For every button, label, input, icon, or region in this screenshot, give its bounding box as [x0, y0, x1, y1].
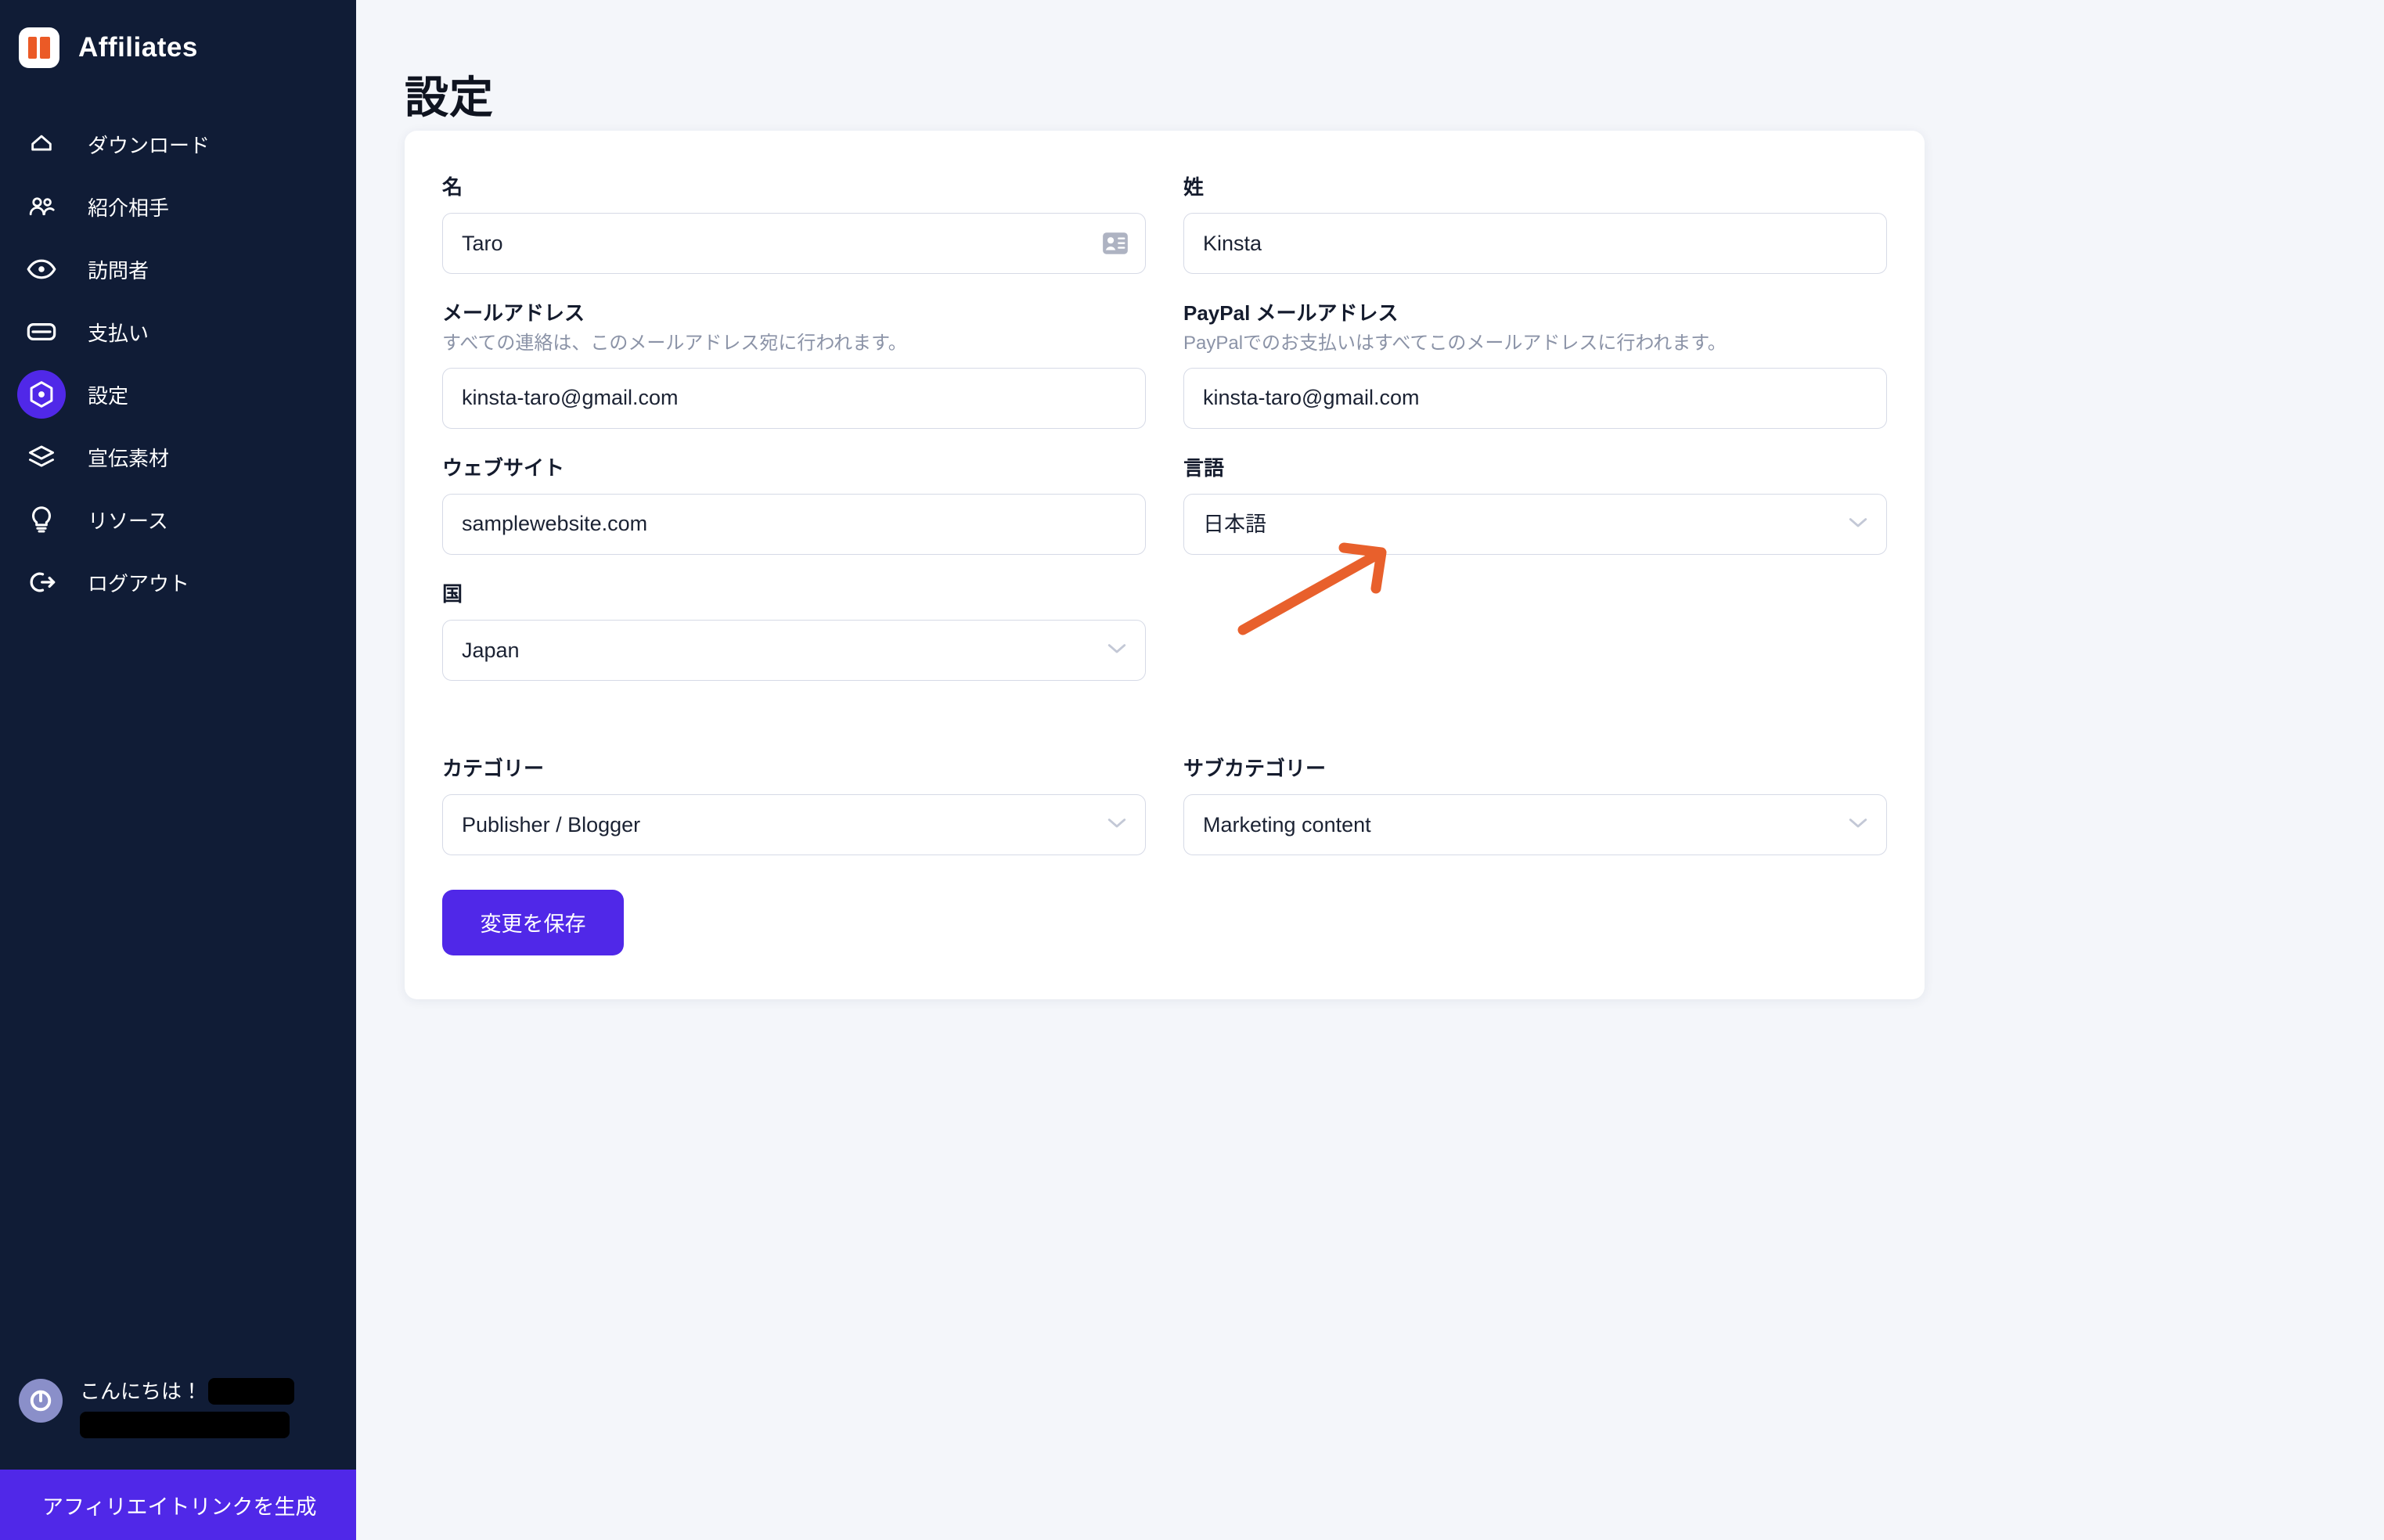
sidebar-item-promo-materials[interactable]: 宣伝素材 — [0, 426, 356, 488]
lightbulb-icon — [17, 495, 66, 544]
website-label: ウェブサイト — [442, 455, 565, 480]
category-label: カテゴリー — [442, 756, 545, 780]
greeting-text: こんにちは！ — [80, 1380, 203, 1403]
redacted-name-part-2 — [80, 1412, 290, 1438]
sidebar-nav: ダウンロード 紹介相手 訪問者 支払い 設定 宣伝素材 リソース ログアウト — [0, 113, 356, 613]
sidebar-item-label: 設定 — [88, 383, 129, 408]
sidebar-item-label: 支払い — [88, 321, 149, 345]
app-root: Affiliates ダウンロード 紹介相手 訪問者 支払い 設定 宣伝素材 リ… — [0, 0, 2384, 1540]
row-spacer — [1183, 704, 1887, 753]
sidebar-item-label: 訪問者 — [88, 258, 149, 282]
main-content: 設定 名 Taro 姓 Kinsta メールアドレス すべての連絡は、このメール… — [356, 0, 2384, 1540]
language-select[interactable]: 日本語 — [1183, 493, 1887, 555]
page-title: 設定 — [405, 72, 494, 122]
sidebar-item-payments[interactable]: 支払い — [0, 300, 356, 363]
sidebar-item-label: リソース — [88, 509, 168, 533]
affiliates-logo-icon — [19, 27, 59, 68]
field-language: 言語 日本語 — [1183, 452, 1887, 555]
subcategory-select[interactable]: Marketing content — [1183, 793, 1887, 855]
paypal-email-label: PayPal メールアドレス — [1183, 301, 1399, 325]
language-label: 言語 — [1183, 455, 1225, 480]
first-name-label: 名 — [442, 175, 463, 199]
sidebar-item-settings[interactable]: 設定 — [0, 363, 356, 426]
last-name-input[interactable] — [1183, 213, 1887, 274]
sidebar-item-label: 宣伝素材 — [88, 446, 170, 470]
sidebar-item-logout[interactable]: ログアウト — [0, 551, 356, 613]
row-spacer — [442, 704, 1146, 753]
sidebar-item-label: ログアウト — [88, 571, 190, 595]
email-hint: すべての連絡は、このメールアドレス宛に行われます。 — [442, 333, 907, 354]
avatar-icon — [19, 1379, 63, 1423]
sidebar: Affiliates ダウンロード 紹介相手 訪問者 支払い 設定 宣伝素材 リ… — [0, 0, 356, 1540]
field-spacer — [1183, 578, 1887, 681]
field-first-name: 名 — [442, 171, 1146, 274]
brand-title: Affiliates — [78, 32, 198, 63]
first-name-input[interactable] — [442, 213, 1146, 274]
sidebar-item-resources[interactable]: リソース — [0, 488, 356, 551]
subcategory-label: サブカテゴリー — [1183, 756, 1327, 780]
settings-form-grid: 名 Taro 姓 Kinsta メールアドレス すべての連絡は、このメールアドレ… — [442, 171, 1887, 879]
home-icon — [17, 120, 66, 168]
sidebar-item-visitors[interactable]: 訪問者 — [0, 238, 356, 300]
field-last-name: 姓 — [1183, 171, 1887, 274]
website-input[interactable] — [442, 493, 1146, 555]
logout-icon — [17, 558, 66, 606]
sidebar-item-label: ダウンロード — [88, 133, 211, 157]
field-category: カテゴリー Publisher / Blogger — [442, 753, 1146, 855]
email-input[interactable] — [442, 367, 1146, 429]
field-email: メールアドレス すべての連絡は、このメールアドレス宛に行われます。 — [442, 297, 1146, 429]
email-label: メールアドレス — [442, 301, 585, 325]
generate-affiliate-link-button[interactable]: アフィリエイトリンクを生成 — [0, 1470, 356, 1540]
paypal-email-input[interactable] — [1183, 367, 1887, 429]
gear-hexagon-icon — [17, 370, 66, 419]
paypal-email-hint: PayPalでのお支払いはすべてこのメールアドレスに行われます。 — [1183, 333, 1727, 354]
user-greeting: こんにちは！ — [0, 1374, 356, 1438]
users-icon — [17, 182, 66, 231]
credit-card-icon — [17, 308, 66, 356]
field-country: 国 Japan — [442, 578, 1146, 681]
field-paypal-email: PayPal メールアドレス PayPalでのお支払いはすべてこのメールアドレス… — [1183, 297, 1887, 429]
sidebar-item-label: 紹介相手 — [88, 196, 170, 220]
country-label: 国 — [442, 581, 463, 606]
layers-icon — [17, 433, 66, 481]
settings-card: 名 Taro 姓 Kinsta メールアドレス すべての連絡は、このメールアドレ… — [405, 131, 1925, 999]
sidebar-item-referrals[interactable]: 紹介相手 — [0, 175, 356, 238]
country-select[interactable]: Japan — [442, 619, 1146, 681]
sidebar-footer: こんにちは！ アフィリエイトリンクを生成 — [0, 1374, 356, 1540]
brand[interactable]: Affiliates — [0, 0, 356, 72]
category-select[interactable]: Publisher / Blogger — [442, 793, 1146, 855]
save-changes-button[interactable]: 変更を保存 — [442, 889, 624, 955]
sidebar-item-downloads[interactable]: ダウンロード — [0, 113, 356, 175]
eye-icon — [17, 245, 66, 293]
redacted-name-part-1 — [208, 1378, 295, 1405]
field-subcategory: サブカテゴリー Marketing content — [1183, 753, 1887, 855]
last-name-label: 姓 — [1183, 175, 1205, 199]
field-website: ウェブサイト — [442, 452, 1146, 555]
